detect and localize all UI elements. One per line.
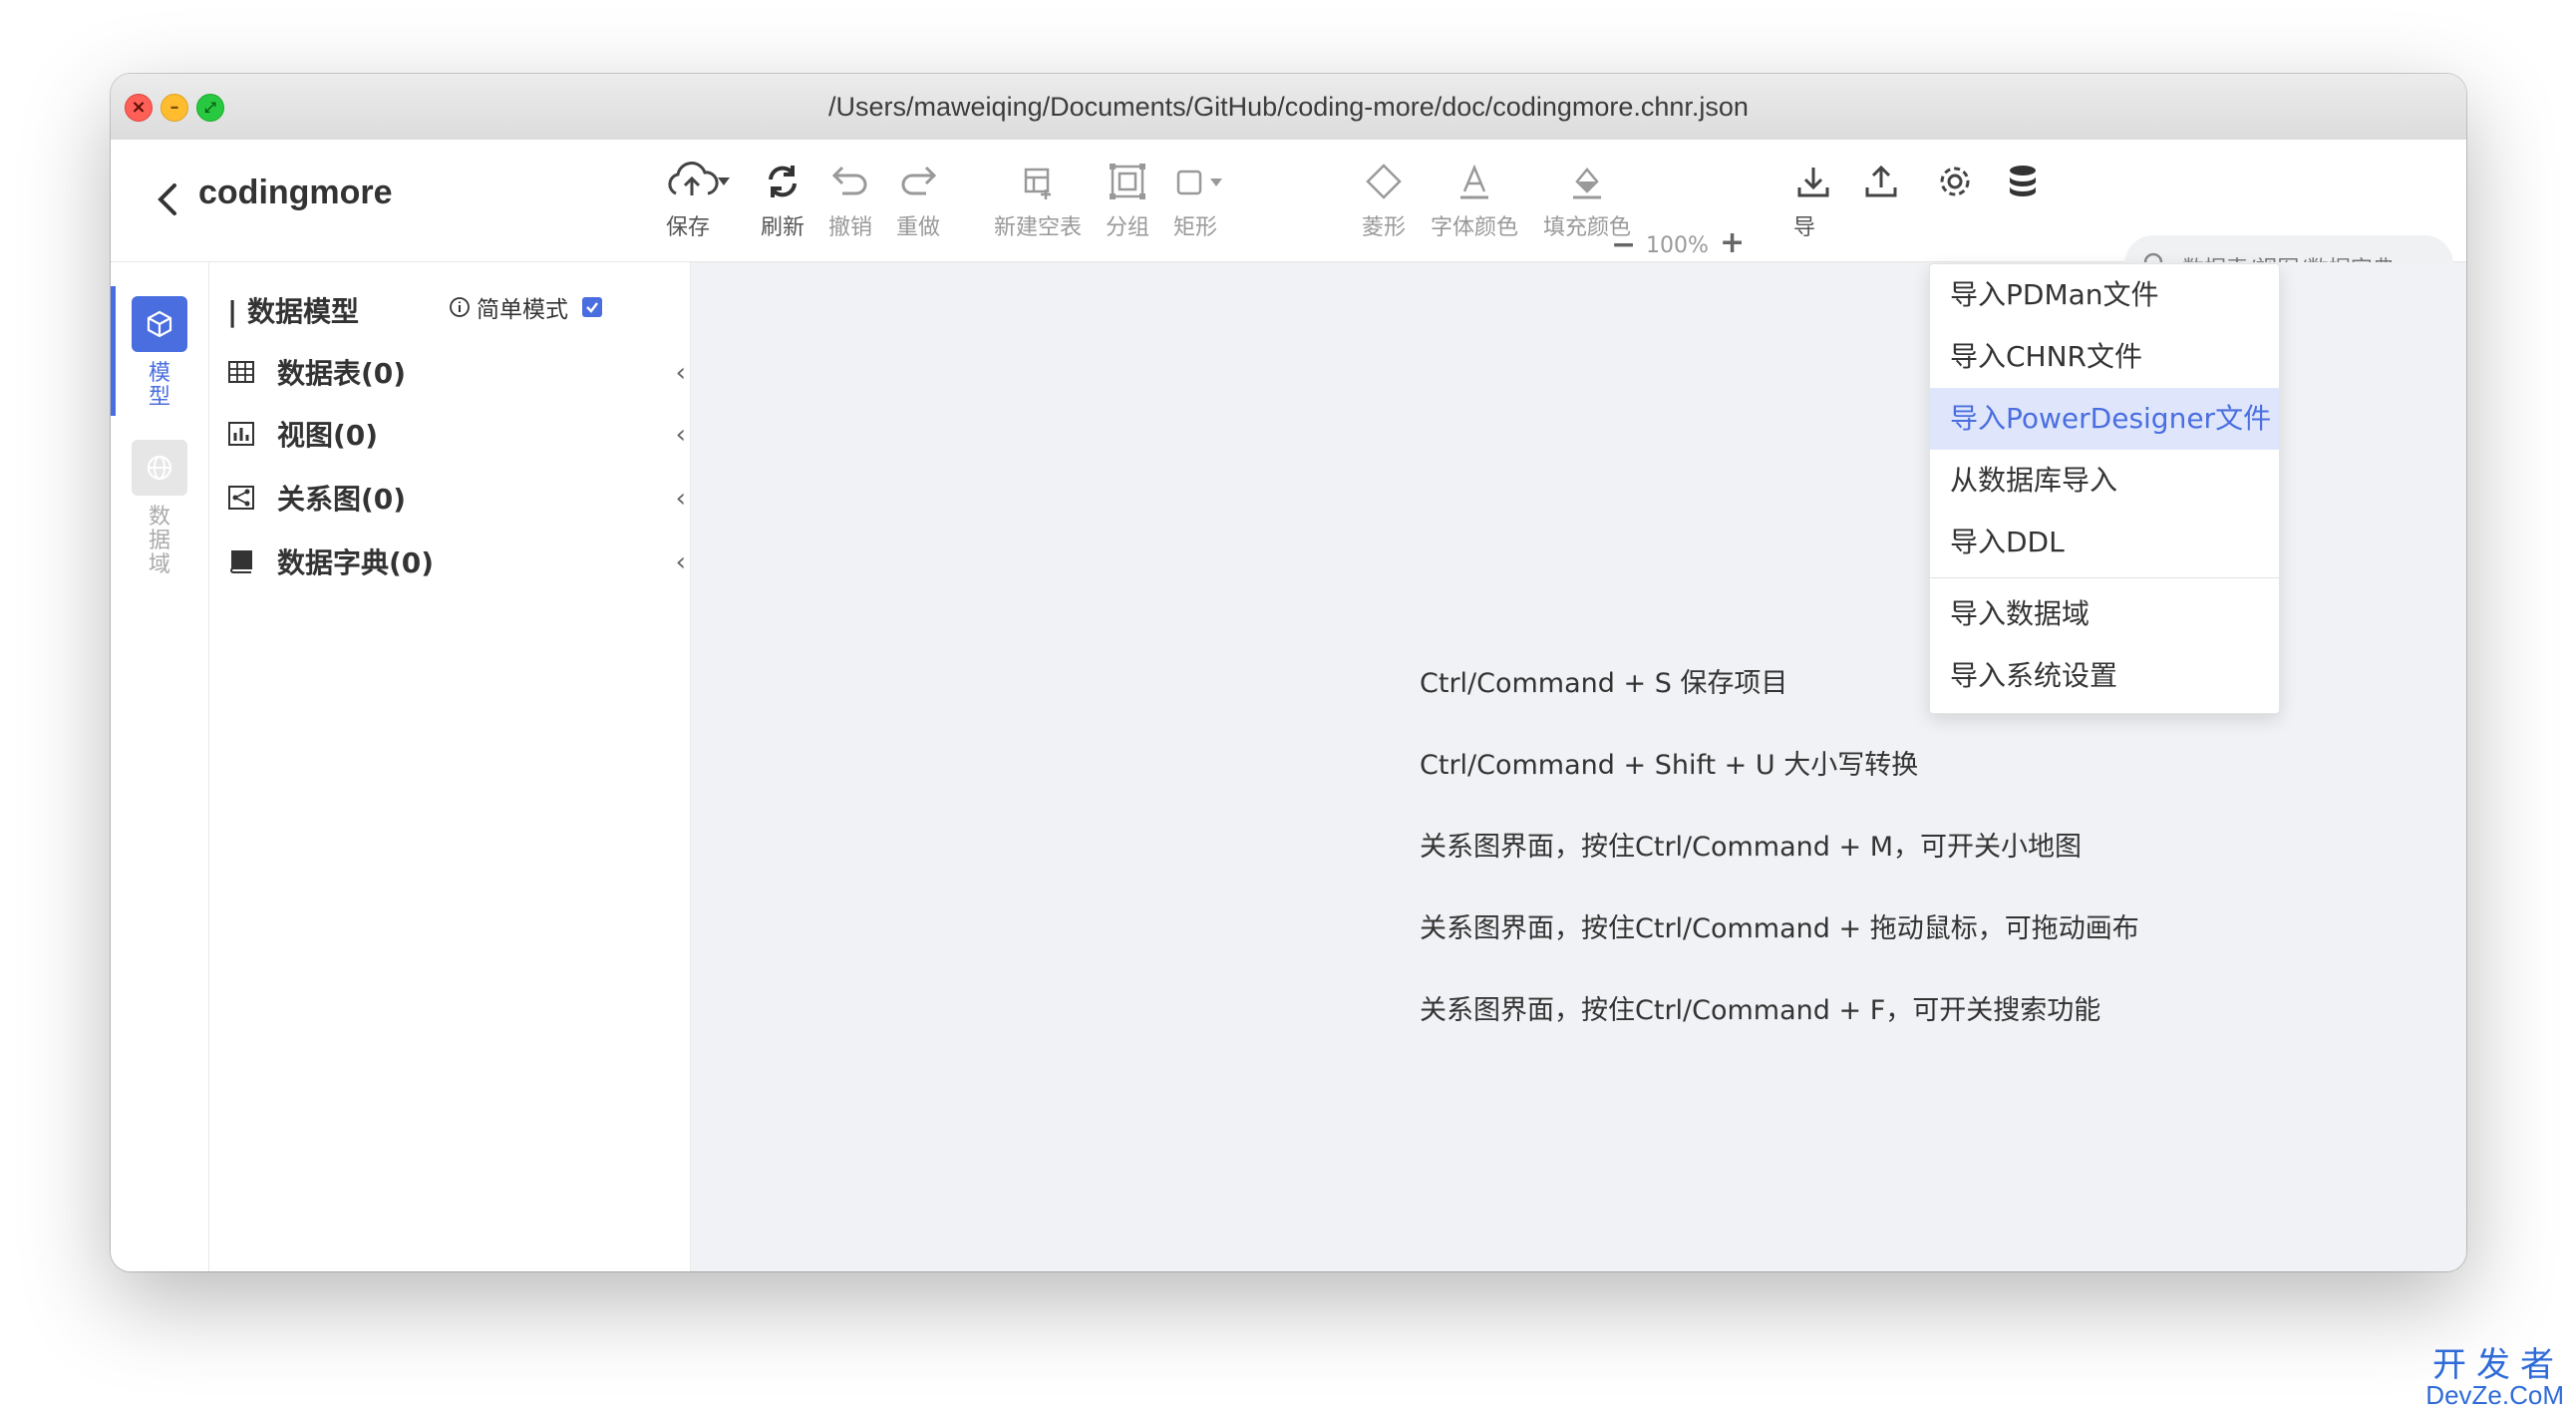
new-table-button[interactable]: 新建空表 xyxy=(994,160,1082,241)
settings-button[interactable] xyxy=(1935,160,1975,203)
fill-color-icon xyxy=(1573,168,1601,199)
import-menu: 导入PDMan文件 导入CHNR文件 导入PowerDesigner文件 从数据… xyxy=(1929,263,2280,714)
gear-icon xyxy=(1940,167,1970,196)
database-button[interactable] xyxy=(2003,160,2043,203)
group-button[interactable]: 分组 xyxy=(1106,160,1149,241)
font-color-button[interactable]: 字体颜色 xyxy=(1431,160,1518,241)
chevron-left-icon[interactable]: ‹ xyxy=(676,547,686,577)
model-tile xyxy=(132,296,187,352)
cube-icon xyxy=(147,310,172,338)
refresh-button[interactable]: 刷新 xyxy=(761,160,805,241)
import-button[interactable]: 导 xyxy=(1793,160,1833,241)
window-title: /Users/maweiqing/Documents/GitHub/coding… xyxy=(828,92,1749,122)
rectangle-icon xyxy=(1176,170,1222,195)
undo-label: 撤销 xyxy=(828,215,873,240)
tree-label: 数据字典(0) xyxy=(277,546,435,579)
group-icon xyxy=(1110,164,1145,199)
font-color-icon xyxy=(1460,164,1488,199)
shortcut-tip: Ctrl/Command + S 保存项目 xyxy=(1420,668,1788,699)
tree-label: 视图(0) xyxy=(277,419,379,452)
table-icon xyxy=(228,361,254,383)
dictionary-icon xyxy=(230,550,252,573)
shortcut-tip: Ctrl/Command + Shift + U 大小写转换 xyxy=(1420,750,1919,781)
simple-mode-toggle[interactable]: 简单模式 xyxy=(449,290,602,324)
zoom-out-button[interactable]: − xyxy=(1611,227,1636,262)
zoom-in-button[interactable]: + xyxy=(1720,225,1745,260)
info-icon xyxy=(450,297,470,317)
new-table-label: 新建空表 xyxy=(994,215,1083,240)
app-window: × – ⤢ /Users/maweiqing/Documents/GitHub/… xyxy=(111,74,2466,1271)
download-icon xyxy=(1797,168,1829,197)
upload-icon xyxy=(1865,165,1897,197)
project-name: codingmore xyxy=(198,174,393,211)
shortcut-tip: 关系图界面，按住Ctrl/Command + 拖动鼠标，可拖动画布 xyxy=(1420,913,2139,944)
export-button[interactable] xyxy=(1861,160,1901,203)
watermark-line2: DevZe.CoM xyxy=(2425,1380,2564,1410)
nav-tab-model[interactable]: 模型 xyxy=(111,286,208,416)
back-button[interactable] xyxy=(151,179,186,219)
view-icon xyxy=(228,422,254,446)
import-label: 导 xyxy=(1793,215,1816,240)
refresh-icon xyxy=(769,166,797,197)
toolbar: codingmore 保存 刷新 撤销 重做 新建空表 分组 矩形 菱形 字体颜… xyxy=(111,140,2466,320)
database-icon xyxy=(2010,166,2036,196)
refresh-label: 刷新 xyxy=(761,215,805,240)
chevron-left-icon[interactable]: ‹ xyxy=(676,484,686,514)
simple-mode-label: 简单模式 xyxy=(477,297,568,323)
menu-item-import-from-database[interactable]: 从数据库导入 xyxy=(1930,450,2279,512)
menu-item-import-chnr[interactable]: 导入CHNR文件 xyxy=(1930,326,2279,388)
new-table-icon xyxy=(1024,168,1051,199)
chevron-left-icon[interactable]: ‹ xyxy=(676,420,686,450)
tree-label: 数据表(0) xyxy=(277,357,407,390)
cloud-upload-icon xyxy=(668,162,730,195)
tree-item-dictionary[interactable]: 数据字典(0) ‹ xyxy=(227,533,686,589)
redo-icon xyxy=(901,166,937,195)
data-model-panel: | 数据模型 简单模式 « 数据表(0) ‹ 视图(0 xyxy=(209,262,746,1271)
globe-icon xyxy=(147,455,172,481)
diamond-icon xyxy=(1366,164,1402,199)
menu-item-import-powerdesigner[interactable]: 导入PowerDesigner文件 xyxy=(1930,388,2279,450)
domain-tile xyxy=(132,440,187,496)
tree-label: 关系图(0) xyxy=(277,483,407,516)
rect-button[interactable]: 矩形 xyxy=(1173,160,1235,241)
font-color-label: 字体颜色 xyxy=(1431,215,1519,240)
tree-item-relations[interactable]: 关系图(0) ‹ xyxy=(227,470,686,526)
nav-domain-label: 数据域 xyxy=(148,505,170,577)
menu-item-import-ddl[interactable]: 导入DDL xyxy=(1930,512,2279,573)
redo-label: 重做 xyxy=(896,215,941,240)
shortcut-tip: 关系图界面，按住Ctrl/Command + F，可开关搜索功能 xyxy=(1420,995,2101,1026)
save-button[interactable]: 保存 xyxy=(664,160,734,241)
shortcut-tip: 关系图界面，按住Ctrl/Command + M，可开关小地图 xyxy=(1420,832,2082,863)
panel-title: | 数据模型 xyxy=(227,295,359,328)
menu-item-import-settings[interactable]: 导入系统设置 xyxy=(1930,645,2279,707)
zoom-value: 100% xyxy=(1646,233,1709,258)
chevron-left-icon xyxy=(158,183,176,215)
save-label: 保存 xyxy=(665,215,710,240)
nav-tab-domain[interactable]: 数据域 xyxy=(111,430,208,577)
title-bar: × – ⤢ /Users/maweiqing/Documents/GitHub/… xyxy=(111,74,2466,141)
menu-divider xyxy=(1930,577,2279,578)
tree-item-views[interactable]: 视图(0) ‹ xyxy=(227,406,686,462)
redo-button[interactable]: 重做 xyxy=(896,160,940,241)
relation-icon xyxy=(228,486,254,510)
group-label: 分组 xyxy=(1106,215,1150,240)
diamond-label: 菱形 xyxy=(1362,215,1407,240)
undo-icon xyxy=(831,166,867,195)
left-nav: 模型 数据域 xyxy=(111,262,209,1271)
diamond-button[interactable]: 菱形 xyxy=(1362,160,1406,241)
watermark-line1: 开发者 xyxy=(2432,1345,2564,1385)
chevron-left-icon[interactable]: ‹ xyxy=(676,358,686,388)
check-icon xyxy=(586,302,598,313)
menu-item-import-domain[interactable]: 导入数据域 xyxy=(1930,583,2279,645)
watermark: 开发者 DevZe.CoM xyxy=(2425,1345,2564,1410)
nav-model-label: 模型 xyxy=(148,361,170,410)
undo-button[interactable]: 撤销 xyxy=(828,160,872,241)
rect-label: 矩形 xyxy=(1173,215,1218,240)
simple-mode-checkbox[interactable] xyxy=(582,297,602,317)
tree-item-tables[interactable]: 数据表(0) ‹ xyxy=(227,344,686,400)
menu-item-import-pdman[interactable]: 导入PDMan文件 xyxy=(1930,264,2279,326)
